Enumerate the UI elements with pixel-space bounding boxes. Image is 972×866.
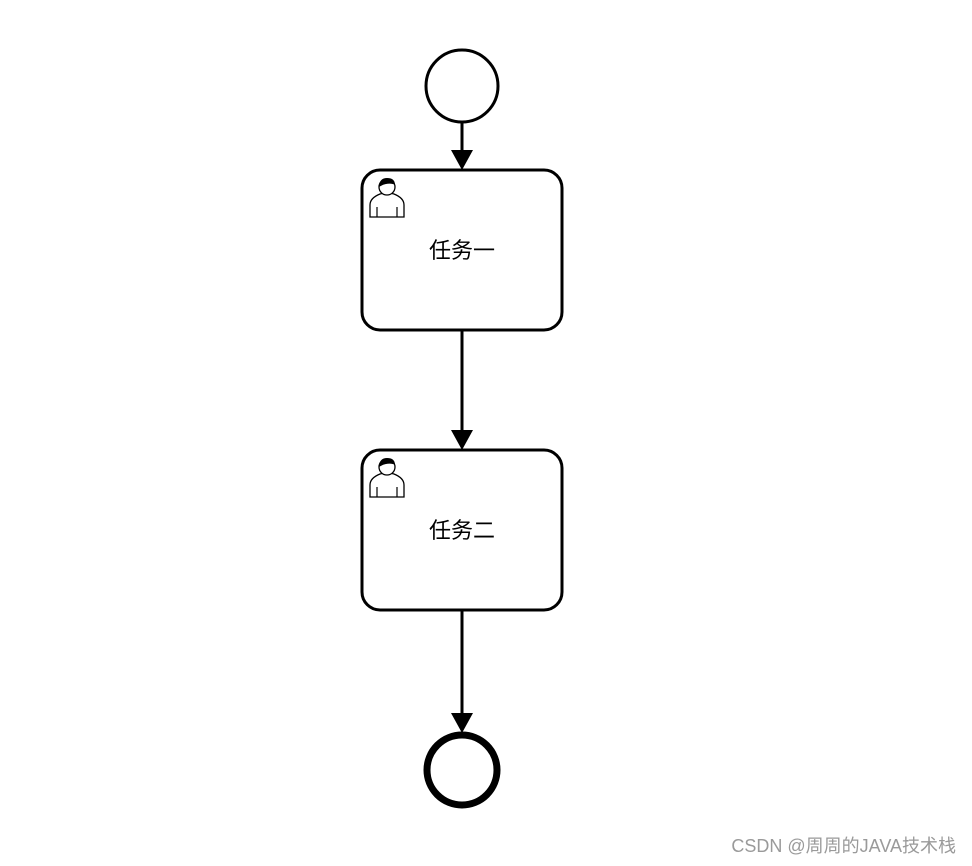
end-event[interactable] [423, 731, 501, 809]
bpmn-diagram [360, 48, 564, 809]
sequence-flow-start-to-task1[interactable] [451, 122, 473, 170]
sequence-flow-task2-to-end[interactable] [451, 610, 473, 733]
bpmn-canvas: 任务一 任务二 CSDN @周周的JAVA技术栈 [0, 0, 972, 866]
sequence-flow-task1-to-task2[interactable] [451, 330, 473, 450]
watermark: CSDN @周周的JAVA技术栈 [731, 836, 956, 856]
start-event[interactable] [424, 48, 500, 124]
task-2-label: 任务二 [428, 519, 495, 544]
task-1-label: 任务一 [428, 239, 495, 264]
